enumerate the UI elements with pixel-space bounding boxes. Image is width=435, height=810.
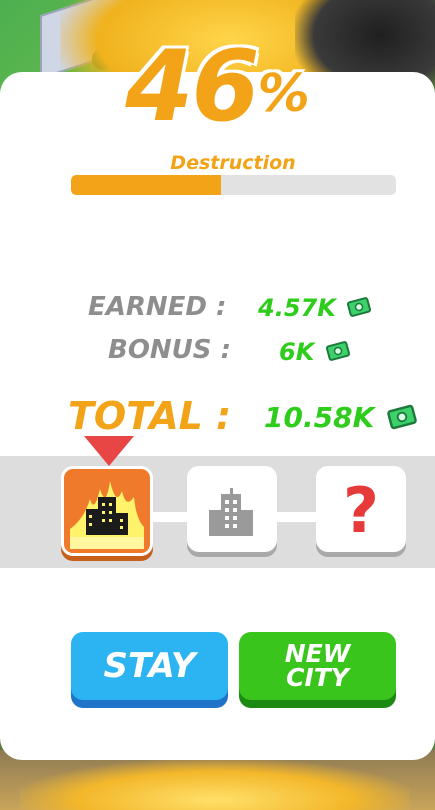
stay-button-label: STAY bbox=[103, 646, 196, 686]
total-amount: 10.58K bbox=[264, 401, 418, 434]
city-tile-current bbox=[61, 466, 153, 556]
destruction-progress-fill bbox=[71, 175, 221, 195]
earned-amount: 4.57K bbox=[258, 294, 372, 322]
fire-glow-bottom bbox=[20, 760, 410, 810]
progress-connector bbox=[276, 512, 318, 522]
new-city-button-label-line2: CITY bbox=[286, 663, 349, 692]
current-city-pointer bbox=[84, 436, 134, 466]
city-buildings-icon bbox=[209, 488, 253, 536]
cash-icon bbox=[347, 297, 372, 317]
bonus-value: 6K bbox=[279, 338, 315, 366]
city-tile-mystery: ? bbox=[316, 466, 406, 552]
progress-connector bbox=[150, 512, 190, 522]
city-tile-next bbox=[187, 466, 277, 552]
cash-icon bbox=[387, 404, 417, 430]
destruction-percent-value: 46 bbox=[125, 30, 259, 144]
new-city-button[interactable]: NEW CITY bbox=[239, 632, 396, 700]
bonus-amount: 6K bbox=[279, 338, 351, 366]
destruction-label: Destruction bbox=[170, 152, 296, 174]
percent-sign: % bbox=[257, 64, 310, 124]
destruction-progress-bar bbox=[71, 175, 396, 195]
stay-button[interactable]: STAY bbox=[71, 632, 228, 700]
earned-label: EARNED : bbox=[88, 292, 227, 322]
destruction-percent: 46% bbox=[0, 30, 435, 144]
earned-value: 4.57K bbox=[258, 294, 336, 322]
bonus-label: BONUS : bbox=[108, 335, 231, 365]
burning-city-icon bbox=[68, 473, 146, 549]
cash-icon bbox=[325, 341, 350, 361]
total-label: TOTAL : bbox=[68, 394, 232, 438]
total-value: 10.58K bbox=[264, 401, 375, 434]
question-mark-icon: ? bbox=[343, 474, 379, 547]
